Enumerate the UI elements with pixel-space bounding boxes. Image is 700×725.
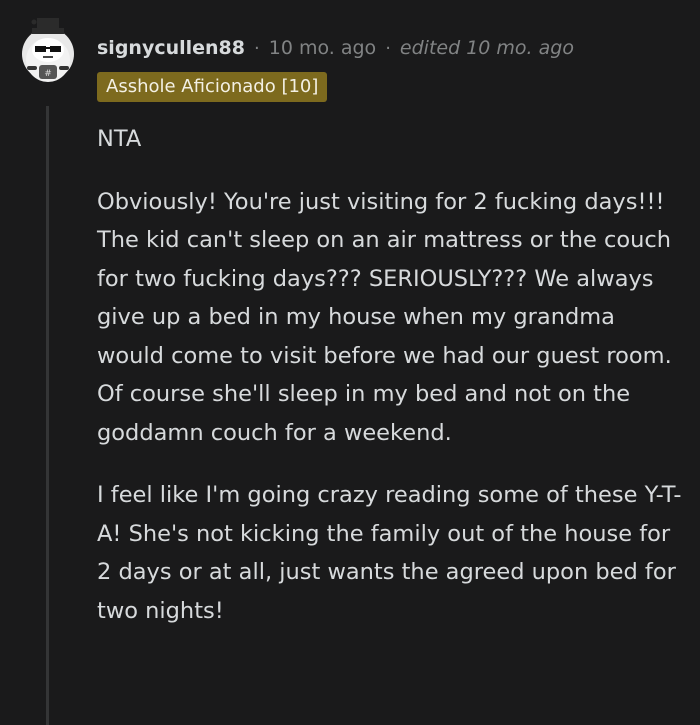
- svg-text:#: #: [44, 69, 52, 79]
- comment-timestamp[interactable]: 10 mo. ago: [269, 37, 376, 59]
- comment-paragraph: I feel like I'm going crazy reading some…: [97, 482, 682, 624]
- snoo-avatar-icon: #: [26, 18, 70, 82]
- comment: # signycullen88 · 10 mo. ago · edited 10…: [0, 0, 700, 725]
- comment-body: NTA Obviously! You're just visiting for …: [97, 120, 682, 654]
- meta-separator: ·: [254, 37, 260, 59]
- meta-separator: ·: [385, 37, 391, 59]
- author-username[interactable]: signycullen88: [97, 37, 245, 59]
- user-flair-badge: Asshole Aficionado [10]: [97, 72, 328, 102]
- user-avatar[interactable]: #: [22, 18, 74, 82]
- comment-meta: signycullen88 · 10 mo. ago · edited 10 m…: [97, 32, 574, 64]
- comment-paragraph: Obviously! You're just visiting for 2 fu…: [97, 188, 672, 446]
- thread-collapse-line[interactable]: [46, 106, 49, 725]
- edited-timestamp: edited 10 mo. ago: [399, 37, 574, 59]
- comment-paragraph: NTA: [97, 126, 142, 152]
